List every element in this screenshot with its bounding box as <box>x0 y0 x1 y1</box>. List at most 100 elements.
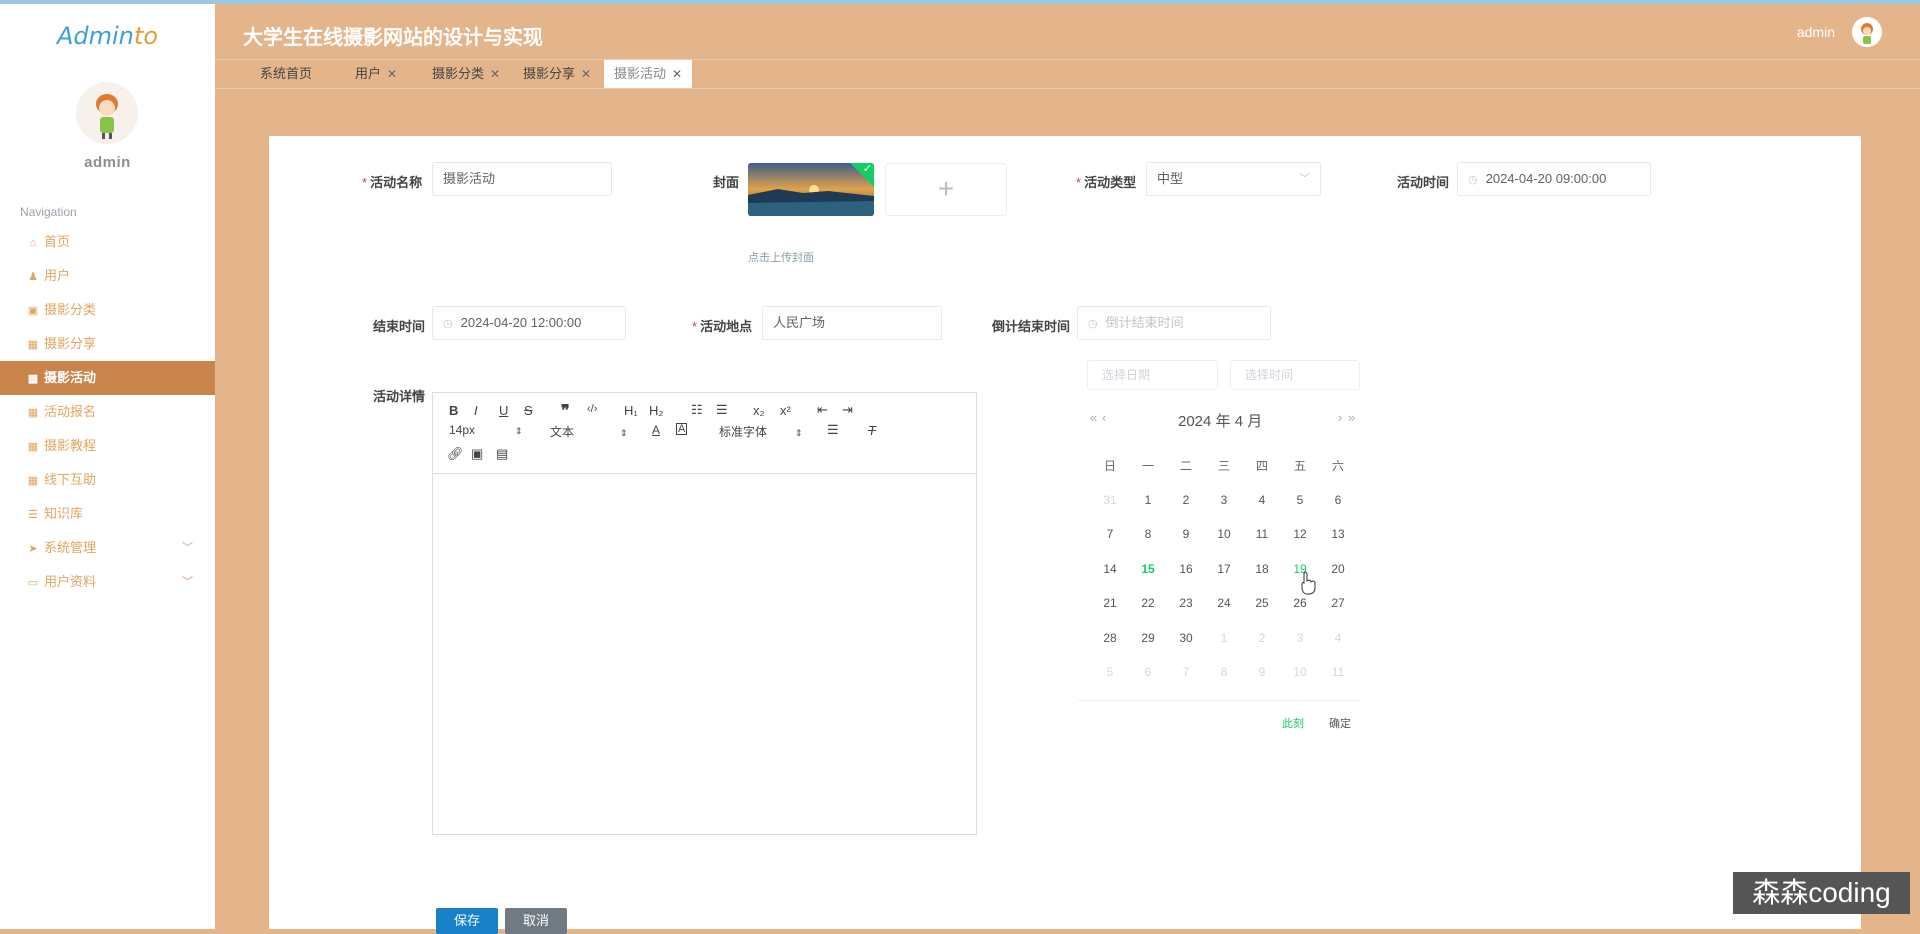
background-color-icon[interactable]: A <box>676 423 688 435</box>
font-family-select[interactable]: 标准字体 ⇕ <box>719 423 803 440</box>
calendar-day[interactable]: 7 <box>1174 665 1198 679</box>
close-icon[interactable]: ✕ <box>387 67 397 81</box>
calendar-day[interactable]: 4 <box>1326 631 1350 645</box>
cover-thumbnail[interactable]: ✓ <box>748 163 874 216</box>
activity-time-input[interactable]: ◷ 2024-04-20 09:00:00 <box>1457 162 1651 196</box>
video-icon[interactable]: ▤ <box>496 446 508 462</box>
upload-add-button[interactable]: + <box>885 163 1007 216</box>
sidebar-item[interactable]: ▦ 摄影活动 <box>0 361 215 395</box>
align-icon[interactable]: ☰ <box>827 422 839 438</box>
app-logo[interactable]: Adminto <box>0 22 215 50</box>
time-input[interactable]: 选择时间 <box>1230 360 1360 390</box>
activity-type-select[interactable]: 中型 ﹀ <box>1146 162 1321 196</box>
sidebar-item[interactable]: ▦ 活动报名 <box>0 395 215 429</box>
calendar-day[interactable]: 5 <box>1098 665 1122 679</box>
underline-icon[interactable]: U <box>499 403 508 418</box>
prev-year-icon[interactable]: « <box>1090 410 1097 425</box>
calendar-day[interactable]: 10 <box>1212 527 1236 541</box>
sidebar-item[interactable]: ▦ 摄影教程 <box>0 429 215 463</box>
calendar-day[interactable]: 27 <box>1326 596 1350 610</box>
calendar-day[interactable]: 26 <box>1288 596 1312 610</box>
outdent-icon[interactable]: ⇤ <box>817 402 828 418</box>
calendar-day[interactable]: 4 <box>1250 493 1274 507</box>
subscript-icon[interactable]: x₂ <box>753 403 765 418</box>
calendar-day[interactable]: 3 <box>1212 493 1236 507</box>
indent-icon[interactable]: ⇥ <box>842 402 853 418</box>
tab[interactable]: 摄影分享 ✕ <box>523 60 591 88</box>
calendar-day[interactable]: 9 <box>1174 527 1198 541</box>
sidebar-item[interactable]: ▭ 用户资料 ﹀ <box>0 565 215 599</box>
calendar-day[interactable]: 3 <box>1288 631 1312 645</box>
calendar-day[interactable]: 16 <box>1174 562 1198 576</box>
superscript-icon[interactable]: x² <box>780 403 791 418</box>
sidebar-item[interactable]: ☰ 知识库 <box>0 497 215 531</box>
calendar-day[interactable]: 28 <box>1098 631 1122 645</box>
cancel-button[interactable]: 取消 <box>505 908 567 934</box>
next-month-icon[interactable]: › <box>1338 410 1342 425</box>
tab[interactable]: 系统首页 <box>260 60 312 88</box>
calendar-day[interactable]: 6 <box>1136 665 1160 679</box>
link-icon[interactable]: 🔗︎ <box>447 446 464 462</box>
place-input[interactable]: 人民广场 <box>762 306 942 340</box>
calendar-day[interactable]: 31 <box>1098 493 1122 507</box>
calendar-day[interactable]: 6 <box>1326 493 1350 507</box>
activity-name-input[interactable]: 摄影活动 <box>432 162 612 196</box>
image-icon[interactable]: ▣ <box>471 446 483 462</box>
calendar-day[interactable]: 22 <box>1136 596 1160 610</box>
calendar-day[interactable]: 30 <box>1174 631 1198 645</box>
close-icon[interactable]: ✕ <box>490 67 500 81</box>
sidebar-item[interactable]: ▦ 摄影分享 <box>0 327 215 361</box>
sidebar-item[interactable]: ➤ 系统管理 ﹀ <box>0 531 215 565</box>
code-block-icon[interactable]: ‹/› <box>587 403 597 415</box>
prev-month-icon[interactable]: ‹ <box>1102 410 1106 425</box>
sidebar-avatar[interactable] <box>76 82 138 144</box>
calendar-day[interactable]: 15 <box>1136 562 1160 576</box>
countdown-input[interactable]: ◷ 倒计结束时间 <box>1077 306 1271 340</box>
calendar-day[interactable]: 10 <box>1288 665 1312 679</box>
calendar-day[interactable]: 24 <box>1212 596 1236 610</box>
header-username[interactable]: admin <box>1797 24 1835 40</box>
ordered-list-icon[interactable]: ☷ <box>691 402 703 418</box>
end-time-input[interactable]: ◷ 2024-04-20 12:00:00 <box>432 306 626 340</box>
bold-icon[interactable]: B <box>449 403 458 418</box>
calendar-day[interactable]: 8 <box>1136 527 1160 541</box>
sidebar-item[interactable]: ♟ 用户 <box>0 259 215 293</box>
h2-icon[interactable]: H₂ <box>649 403 663 418</box>
tab[interactable]: 摄影活动 ✕ <box>604 60 693 88</box>
calendar-day[interactable]: 9 <box>1250 665 1274 679</box>
calendar-day[interactable]: 2 <box>1250 631 1274 645</box>
date-input[interactable]: 选择日期 <box>1087 360 1218 390</box>
calendar-day[interactable]: 21 <box>1098 596 1122 610</box>
calendar-day[interactable]: 23 <box>1174 596 1198 610</box>
calendar-day[interactable]: 13 <box>1326 527 1350 541</box>
h1-icon[interactable]: H₁ <box>624 403 638 418</box>
calendar-day[interactable]: 7 <box>1098 527 1122 541</box>
calendar-day[interactable]: 1 <box>1136 493 1160 507</box>
blockquote-icon[interactable]: ❞ <box>561 401 570 421</box>
calendar-day[interactable]: 14 <box>1098 562 1122 576</box>
strike-icon[interactable]: S <box>524 403 533 418</box>
calendar-day[interactable]: 11 <box>1250 527 1274 541</box>
calendar-day[interactable]: 20 <box>1326 562 1350 576</box>
tab[interactable]: 用户 ✕ <box>355 60 397 88</box>
calendar-day[interactable]: 2 <box>1174 493 1198 507</box>
calendar-day[interactable]: 12 <box>1288 527 1312 541</box>
calendar-day[interactable]: 29 <box>1136 631 1160 645</box>
header-avatar[interactable] <box>1852 17 1882 47</box>
tab[interactable]: 摄影分类 ✕ <box>432 60 500 88</box>
calendar-day[interactable]: 5 <box>1288 493 1312 507</box>
font-color-icon[interactable]: A <box>652 423 660 437</box>
save-button[interactable]: 保存 <box>436 908 498 934</box>
sidebar-item[interactable]: ▣ 摄影分类 <box>0 293 215 327</box>
calendar-day[interactable]: 18 <box>1250 562 1274 576</box>
bullet-list-icon[interactable]: ☰ <box>716 402 728 418</box>
font-size-select[interactable]: 14px ⇕ <box>449 423 523 437</box>
heading-select[interactable]: 文本 ⇕ <box>550 423 628 440</box>
sidebar-item[interactable]: ⌂ 首页 <box>0 225 215 259</box>
close-icon[interactable]: ✕ <box>581 67 591 81</box>
calendar-day[interactable]: 1 <box>1212 631 1236 645</box>
confirm-button[interactable]: 确定 <box>1329 715 1351 731</box>
italic-icon[interactable]: I <box>474 403 478 418</box>
calendar-day[interactable]: 11 <box>1326 665 1350 679</box>
calendar-day[interactable]: 17 <box>1212 562 1236 576</box>
